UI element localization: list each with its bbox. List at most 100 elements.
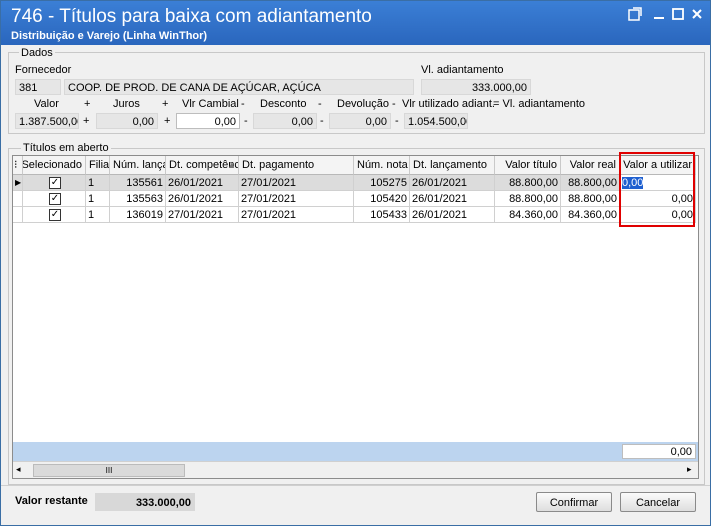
selecionado-checkbox[interactable]: ✓ [49, 177, 61, 189]
vlr-utilizado-label: Vlr utilizado adiant. [402, 98, 495, 110]
titulos-group-label: Títulos em aberto [21, 142, 111, 154]
fornecedor-code-field[interactable]: 381 [15, 79, 61, 95]
header-valor-utilizar[interactable]: Valor a utilizar [620, 156, 696, 175]
titulos-grid: ⁝ Selecionado Filial Núm. lançamento Dt.… [12, 155, 699, 479]
dt-lancamento-cell: 26/01/2021 [410, 175, 495, 191]
valor-field[interactable]: 1.387.500,00 [15, 113, 79, 129]
scroll-left-icon[interactable]: ◂ [16, 464, 21, 475]
selecionado-cell: ✓ [23, 175, 86, 191]
row-indicator [13, 207, 23, 223]
minus-op: - [392, 98, 396, 110]
header-valor-real[interactable]: Valor real [561, 156, 620, 175]
header-num-nota[interactable]: Núm. nota [354, 156, 410, 175]
vl-adiantamento-field[interactable]: 333.000,00 [421, 79, 531, 95]
table-row[interactable]: ✓ 1 135563 26/01/2021 27/01/2021 105420 26/01/… [13, 191, 696, 207]
header-valor-titulo[interactable]: Valor título [495, 156, 561, 175]
dt-competencia-cell: 26/01/2021 [166, 191, 239, 207]
row-indicator [13, 191, 23, 207]
devolucao-label: Devolução [337, 98, 389, 110]
filial-cell: 1 [86, 191, 110, 207]
grid-footer-bar: 0,00 [13, 442, 698, 461]
minus-op: - [318, 98, 322, 110]
selecionado-checkbox[interactable]: ✓ [49, 209, 61, 221]
selecionado-checkbox[interactable]: ✓ [49, 193, 61, 205]
title-bar: 746 - Títulos para baixa com adiantament… [1, 1, 710, 45]
dt-pagamento-cell: 27/01/2021 [239, 191, 354, 207]
selecionado-cell: ✓ [23, 191, 86, 207]
fornecedor-name-field[interactable]: COOP. DE PROD. DE CANA DE AÇÚCAR, AÇÚCA [64, 79, 414, 95]
fornecedor-label: Fornecedor [15, 64, 72, 76]
valor-utilizar-cell[interactable]: 0,00 [620, 191, 696, 207]
restore-icon[interactable] [627, 7, 643, 23]
juros-field[interactable]: 0,00 [96, 113, 158, 129]
confirmar-button[interactable]: Confirmar [536, 492, 612, 512]
filial-cell: 1 [86, 207, 110, 223]
minus-op: - [320, 115, 324, 127]
minimize-icon[interactable] [651, 7, 667, 23]
valor-titulo-cell: 88.800,00 [495, 175, 561, 191]
valor-utilizar-input-selected[interactable]: 0,00 [622, 177, 644, 189]
header-filial[interactable]: Filial [86, 156, 110, 175]
scroll-thumb[interactable]: III [33, 464, 185, 477]
valor-real-cell: 88.800,00 [561, 191, 620, 207]
desconto-field[interactable]: 0,00 [253, 113, 317, 129]
sort-asc-icon: ▲ [227, 160, 236, 170]
dt-pagamento-cell: 27/01/2021 [239, 175, 354, 191]
valor-label: Valor [34, 98, 59, 110]
desconto-label: Desconto [260, 98, 307, 110]
num-nota-cell: 105420 [354, 191, 410, 207]
devolucao-field[interactable]: 0,00 [329, 113, 391, 129]
minus-op: - [395, 115, 399, 127]
dados-group-label: Dados [19, 47, 55, 59]
filial-cell: 1 [86, 175, 110, 191]
dt-pagamento-cell: 27/01/2021 [239, 207, 354, 223]
num-lanc-cell: 135561 [110, 175, 166, 191]
header-selecionado[interactable]: Selecionado [23, 156, 86, 175]
table-row[interactable]: ▶ ✓ 1 135561 26/01/2021 27/01/2021 105275 26/01… [13, 175, 696, 191]
valor-restante-label: Valor restante [15, 495, 88, 507]
window-title: 746 - Títulos para baixa com adiantament… [11, 6, 372, 27]
valor-titulo-cell: 84.360,00 [495, 207, 561, 223]
cancelar-label: Cancelar [635, 497, 681, 509]
num-nota-cell: 105275 [354, 175, 410, 191]
dt-lancamento-cell: 26/01/2021 [410, 207, 495, 223]
grid-indicator-header: ⁝ [13, 156, 23, 175]
valor-utilizar-cell[interactable]: 0,00 [620, 175, 696, 191]
header-dt-lancamento[interactable]: Dt. lançamento [410, 156, 495, 175]
valor-restante-field: 333.000,00 [95, 493, 195, 511]
maximize-icon[interactable] [670, 7, 686, 23]
plus-op: + [84, 98, 91, 110]
juros-label: Juros [113, 98, 140, 110]
plus-op: + [83, 115, 90, 127]
vl-adiantamento-label: Vl. adiantamento [421, 64, 504, 76]
confirmar-label: Confirmar [549, 497, 599, 509]
scroll-right-icon[interactable]: ▸ [687, 464, 692, 475]
header-num-lanc[interactable]: Núm. lançamento [110, 156, 166, 175]
valor-titulo-cell: 88.800,00 [495, 191, 561, 207]
valor-real-cell: 88.800,00 [561, 175, 620, 191]
valor-utilizar-cell[interactable]: 0,00 [620, 207, 696, 223]
plus-op: + [162, 98, 169, 110]
close-icon[interactable] [689, 7, 705, 23]
dt-competencia-cell: 27/01/2021 [166, 207, 239, 223]
horizontal-scrollbar[interactable]: ◂ III ▸ [13, 461, 698, 478]
header-dt-pagamento[interactable]: Dt. pagamento [239, 156, 354, 175]
dt-lancamento-cell: 26/01/2021 [410, 191, 495, 207]
selecionado-cell: ✓ [23, 207, 86, 223]
vlr-utilizado-field[interactable]: 1.054.500,00 [404, 113, 468, 129]
main-window: 746 - Títulos para baixa com adiantament… [0, 0, 711, 526]
num-lanc-cell: 135563 [110, 191, 166, 207]
valor-real-cell: 84.360,00 [561, 207, 620, 223]
table-row[interactable]: ✓ 1 136019 27/01/2021 27/01/2021 105433 26/01/… [13, 207, 696, 223]
window-subtitle: Distribuição e Varejo (Linha WinThor) [11, 30, 208, 42]
minus-op: - [241, 98, 245, 110]
plus-op: + [164, 115, 171, 127]
dt-competencia-cell: 26/01/2021 [166, 175, 239, 191]
cancelar-button[interactable]: Cancelar [620, 492, 696, 512]
num-nota-cell: 105433 [354, 207, 410, 223]
vlr-cambial-label: Vlr Cambial [182, 98, 239, 110]
minus-op: - [244, 115, 248, 127]
eq-vl-adiantamento-label: = Vl. adiantamento [493, 98, 586, 110]
bottom-divider [1, 485, 710, 486]
vlr-cambial-field[interactable]: 0,00 [176, 113, 240, 129]
